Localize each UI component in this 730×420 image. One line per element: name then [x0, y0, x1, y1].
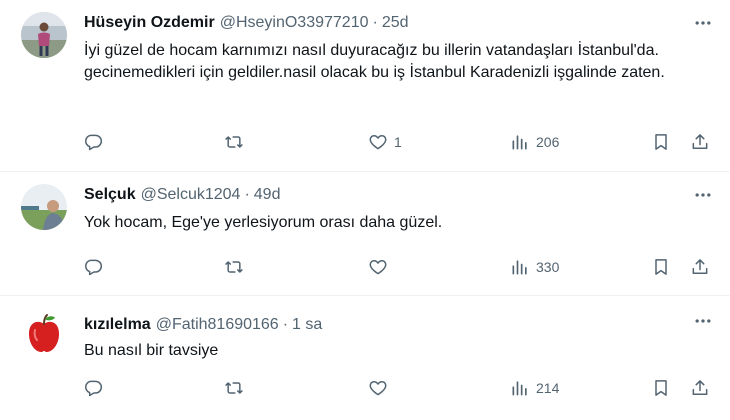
retweet-button[interactable] [224, 130, 244, 154]
more-options-icon[interactable] [692, 184, 714, 206]
share-icon [692, 134, 708, 149]
views-chart-icon [512, 135, 527, 150]
author-name[interactable]: Selçuk [84, 186, 136, 204]
retweet-icon [225, 382, 243, 394]
views-button[interactable]: 330 [510, 255, 559, 279]
timestamp[interactable]: 1 sa [292, 316, 322, 334]
share-button[interactable] [690, 376, 710, 400]
tweet[interactable]: Hüseyin Ozdemir @HseyinO33977210 · 25d İ… [0, 0, 730, 172]
share-button[interactable] [690, 130, 710, 154]
action-bar: 214 [0, 376, 730, 400]
tweet[interactable]: Selçuk @Selcuk1204 · 49d Yok hocam, Ege'… [0, 172, 730, 296]
retweet-icon [225, 136, 243, 148]
share-button[interactable] [690, 255, 710, 279]
author-name[interactable]: Hüseyin Ozdemir [84, 14, 215, 32]
reply-icon [85, 134, 103, 151]
avatar[interactable] [21, 12, 67, 58]
author-name[interactable]: kızılelma [84, 316, 151, 334]
bookmark-button[interactable] [651, 130, 671, 154]
retweet-button[interactable] [224, 255, 244, 279]
timestamp[interactable]: 49d [254, 186, 281, 204]
reply-icon [85, 259, 103, 276]
more-options-icon[interactable] [692, 310, 714, 332]
heart-icon [369, 381, 387, 396]
views-button[interactable]: 206 [510, 130, 559, 154]
tweet-text: Bu nasıl bir tavsiye [84, 342, 219, 359]
action-bar: 1 206 [0, 130, 730, 154]
person-photo-icon [21, 184, 67, 230]
views-chart-icon [512, 260, 527, 275]
views-count: 214 [536, 380, 560, 396]
retweet-button[interactable] [224, 376, 244, 400]
views-count: 206 [536, 134, 560, 150]
retweet-icon [225, 261, 243, 273]
views-count: 330 [536, 259, 560, 275]
tweet-text: İyi güzel de hocam karnımızı nasıl duyur… [84, 42, 665, 81]
like-button[interactable]: 1 [368, 130, 402, 154]
avatar[interactable] [21, 310, 67, 356]
separator-dot: · [282, 316, 289, 333]
tweet-header: Hüseyin Ozdemir @HseyinO33977210 · 25d [84, 12, 409, 34]
author-handle[interactable]: @Fatih81690166 [156, 316, 279, 334]
views-button[interactable]: 214 [510, 376, 559, 400]
red-apple-icon [21, 310, 67, 356]
tweet-header: kızılelma @Fatih81690166 · 1 sa [84, 314, 322, 336]
reply-button[interactable] [83, 376, 103, 400]
share-icon [692, 259, 708, 274]
person-photo-icon [21, 12, 67, 58]
reply-button[interactable] [83, 130, 103, 154]
avatar[interactable] [21, 184, 67, 230]
like-button[interactable] [368, 255, 394, 279]
tweet[interactable]: kızılelma @Fatih81690166 · 1 sa Bu nasıl… [0, 296, 730, 420]
bookmark-icon [655, 134, 667, 150]
separator-dot: · [244, 186, 250, 203]
author-handle[interactable]: @HseyinO33977210 [220, 14, 369, 32]
action-bar: 330 [0, 255, 730, 279]
tweet-header: Selçuk @Selcuk1204 · 49d [84, 184, 280, 206]
bookmark-icon [655, 259, 667, 275]
bookmark-button[interactable] [651, 376, 671, 400]
views-chart-icon [512, 381, 527, 396]
reply-icon [85, 380, 103, 397]
bookmark-button[interactable] [651, 255, 671, 279]
bookmark-icon [655, 380, 667, 396]
more-options-icon[interactable] [692, 12, 714, 34]
author-handle[interactable]: @Selcuk1204 [141, 186, 241, 204]
separator-dot: · [372, 14, 378, 31]
like-button[interactable] [368, 376, 394, 400]
timestamp[interactable]: 25d [382, 14, 409, 32]
heart-icon [369, 260, 387, 275]
share-icon [692, 380, 708, 395]
tweet-text: Yok hocam, Ege'ye yerlesiyorum orası dah… [84, 214, 443, 231]
heart-icon [369, 135, 387, 150]
reply-button[interactable] [83, 255, 103, 279]
like-count: 1 [394, 134, 402, 150]
